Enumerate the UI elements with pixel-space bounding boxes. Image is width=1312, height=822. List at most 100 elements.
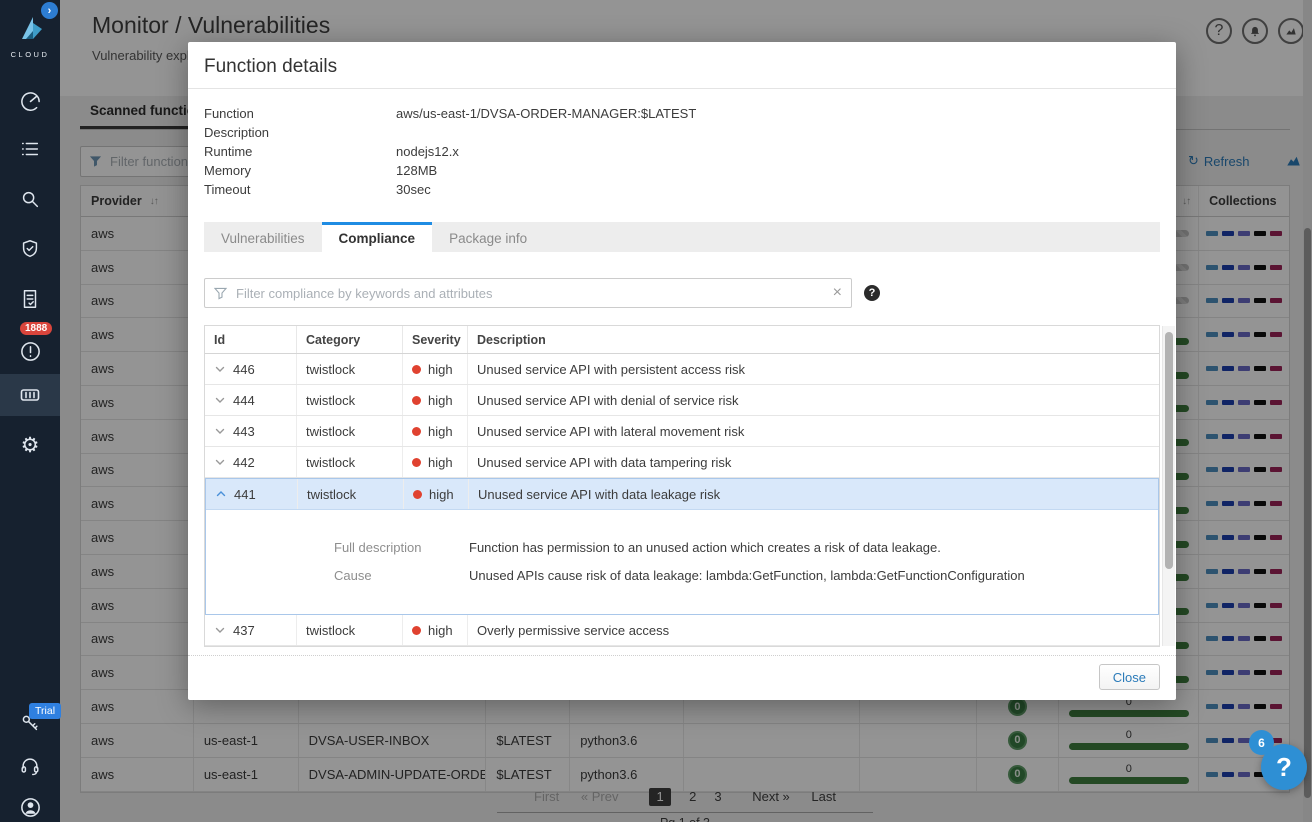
compliance-row[interactable]: 443 twistlock high Unused service API with … [205, 416, 1159, 447]
compliance-row[interactable]: 442 twistlock high Unused service API with … [205, 447, 1159, 478]
function-info-field: Description [204, 123, 696, 142]
compliance-severity-cell: high [403, 416, 468, 446]
chevron-down-icon[interactable] [214, 624, 226, 636]
compliance-detail-panel: Full description Function has permission … [206, 510, 1158, 614]
severity-dot-icon [413, 489, 422, 499]
full-description-label: Full description [334, 540, 422, 555]
function-details-modal: Function details Function aws/us-east-1/D… [188, 42, 1176, 700]
compliance-category-cell: twistlock [297, 615, 403, 645]
full-description-value: Function has permission to an unused act… [469, 540, 941, 555]
field-label: Function [204, 106, 254, 121]
clear-filter-icon[interactable]: × [833, 285, 842, 301]
severity-dot-icon [412, 457, 421, 467]
alert-circle-icon [20, 341, 40, 361]
field-value: 128MB [396, 163, 438, 178]
container-icon [20, 389, 40, 401]
severity-dot-icon [412, 426, 421, 436]
compliance-category-cell: twistlock [298, 479, 404, 509]
sidebar-item-alerts[interactable] [0, 330, 60, 372]
compliance-id-cell: 446 [205, 354, 297, 384]
compliance-description-cell: Unused service API with lateral movement… [477, 423, 745, 439]
compliance-filter[interactable]: × [204, 278, 852, 308]
search-icon [22, 191, 39, 208]
severity-dot-icon [412, 364, 421, 374]
chevron-down-icon[interactable] [214, 394, 226, 406]
compliance-severity-cell: high [403, 615, 468, 645]
compliance-scrollbar-thumb[interactable] [1165, 332, 1173, 569]
headset-icon [21, 758, 39, 776]
sidebar-item-defend[interactable] [0, 228, 60, 270]
compliance-description-cell: Unused service API with data leakage ris… [478, 486, 721, 502]
compliance-row[interactable]: 441 twistlock high Unused service API with … [206, 479, 1158, 510]
chevron-down-icon[interactable] [214, 456, 226, 468]
sidebar: CLOUD 1888 ⚙ Trial [0, 0, 62, 822]
cause-value: Unused APIs cause risk of data leakage: … [469, 568, 1025, 583]
modal-footer-divider [188, 655, 1176, 656]
full-description-row: Full description Function has permission … [334, 540, 941, 555]
prisma-cloud-logo-icon [22, 17, 42, 39]
function-info-field: Memory 128MB [204, 161, 696, 180]
compliance-description-cell: Unused service API with persistent acces… [477, 361, 746, 377]
document-check-icon [23, 290, 37, 308]
chevron-up-icon[interactable] [215, 488, 227, 500]
compliance-id-cell: 441 [206, 479, 298, 509]
modal-tabbar: Vulnerabilities Compliance Package info [204, 222, 1160, 252]
logo-label: CLOUD [10, 50, 50, 59]
tab-package-info[interactable]: Package info [432, 222, 544, 252]
sidebar-item-compliance[interactable] [0, 278, 60, 320]
chevron-down-icon[interactable] [214, 425, 226, 437]
compliance-description-cell: Unused service API with data tampering r… [477, 454, 732, 470]
compliance-severity-cell: high [403, 447, 468, 477]
gear-icon: ⚙ [20, 433, 40, 457]
tab-compliance[interactable]: Compliance [321, 222, 433, 252]
filter-funnel-icon [214, 287, 227, 300]
field-label: Description [204, 125, 270, 140]
compliance-description-cell: Unused service API with denial of servic… [477, 392, 739, 408]
column-header-category[interactable]: Category [297, 326, 403, 353]
shield-check-icon [22, 240, 38, 258]
compliance-category-cell: twistlock [297, 447, 403, 477]
sidebar-item-search[interactable] [0, 178, 60, 220]
field-value: nodejs12.x [396, 144, 459, 159]
compliance-severity-cell: high [404, 479, 469, 509]
compliance-category-cell: twistlock [297, 385, 403, 415]
function-info-field: Function aws/us-east-1/DVSA-ORDER-MANAGER… [204, 104, 696, 123]
compliance-table-header: Id Category Severity Description [205, 326, 1159, 354]
filter-help-icon[interactable]: ? [864, 285, 880, 301]
compliance-filter-input[interactable] [234, 284, 833, 302]
trial-badge: Trial [29, 703, 62, 719]
function-info-field: Runtime nodejs12.x [204, 142, 696, 161]
sidebar-item-policies[interactable] [0, 128, 60, 170]
compliance-table-scrollbar[interactable] [1162, 326, 1175, 646]
modal-title: Function details [204, 56, 338, 77]
modal-header-divider [188, 88, 1176, 89]
severity-dot-icon [412, 395, 421, 405]
compliance-id-cell: 437 [205, 615, 297, 645]
live-help-button[interactable]: 6 ? [1249, 730, 1307, 790]
alerts-count-badge: 1888 [20, 322, 53, 335]
user-icon [20, 797, 40, 817]
sidebar-item-profile[interactable] [0, 786, 60, 822]
compliance-table-body: 446 twistlock high Unused service API with … [205, 354, 1159, 646]
sidebar-item-dashboard[interactable] [0, 80, 60, 122]
compliance-category-cell: twistlock [297, 416, 403, 446]
selected-compliance-block: 441 twistlock high Unused service API with … [205, 478, 1159, 615]
compliance-row[interactable]: 446 twistlock high Unused service API with … [205, 354, 1159, 385]
sidebar-item-support[interactable] [0, 745, 60, 787]
compliance-row[interactable]: 444 twistlock high Unused service API with … [205, 385, 1159, 416]
compliance-id-cell: 442 [205, 447, 297, 477]
app-logo[interactable]: CLOUD [0, 14, 60, 59]
column-header-id[interactable]: Id [205, 326, 297, 353]
column-header-description[interactable]: Description [468, 326, 1159, 353]
tab-vulnerabilities[interactable]: Vulnerabilities [204, 222, 322, 252]
cause-label: Cause [334, 568, 372, 583]
field-label: Memory [204, 163, 251, 178]
sidebar-collapse-icon[interactable]: › [41, 2, 58, 19]
compliance-row[interactable]: 437 twistlock high Overly permissive servic… [205, 615, 1159, 646]
field-label: Runtime [204, 144, 253, 159]
chevron-down-icon[interactable] [214, 363, 226, 375]
close-button[interactable]: Close [1098, 664, 1160, 690]
column-header-severity[interactable]: Severity [403, 326, 468, 353]
sidebar-item-settings[interactable]: ⚙ [0, 424, 60, 466]
sidebar-item-containers[interactable] [0, 374, 60, 416]
